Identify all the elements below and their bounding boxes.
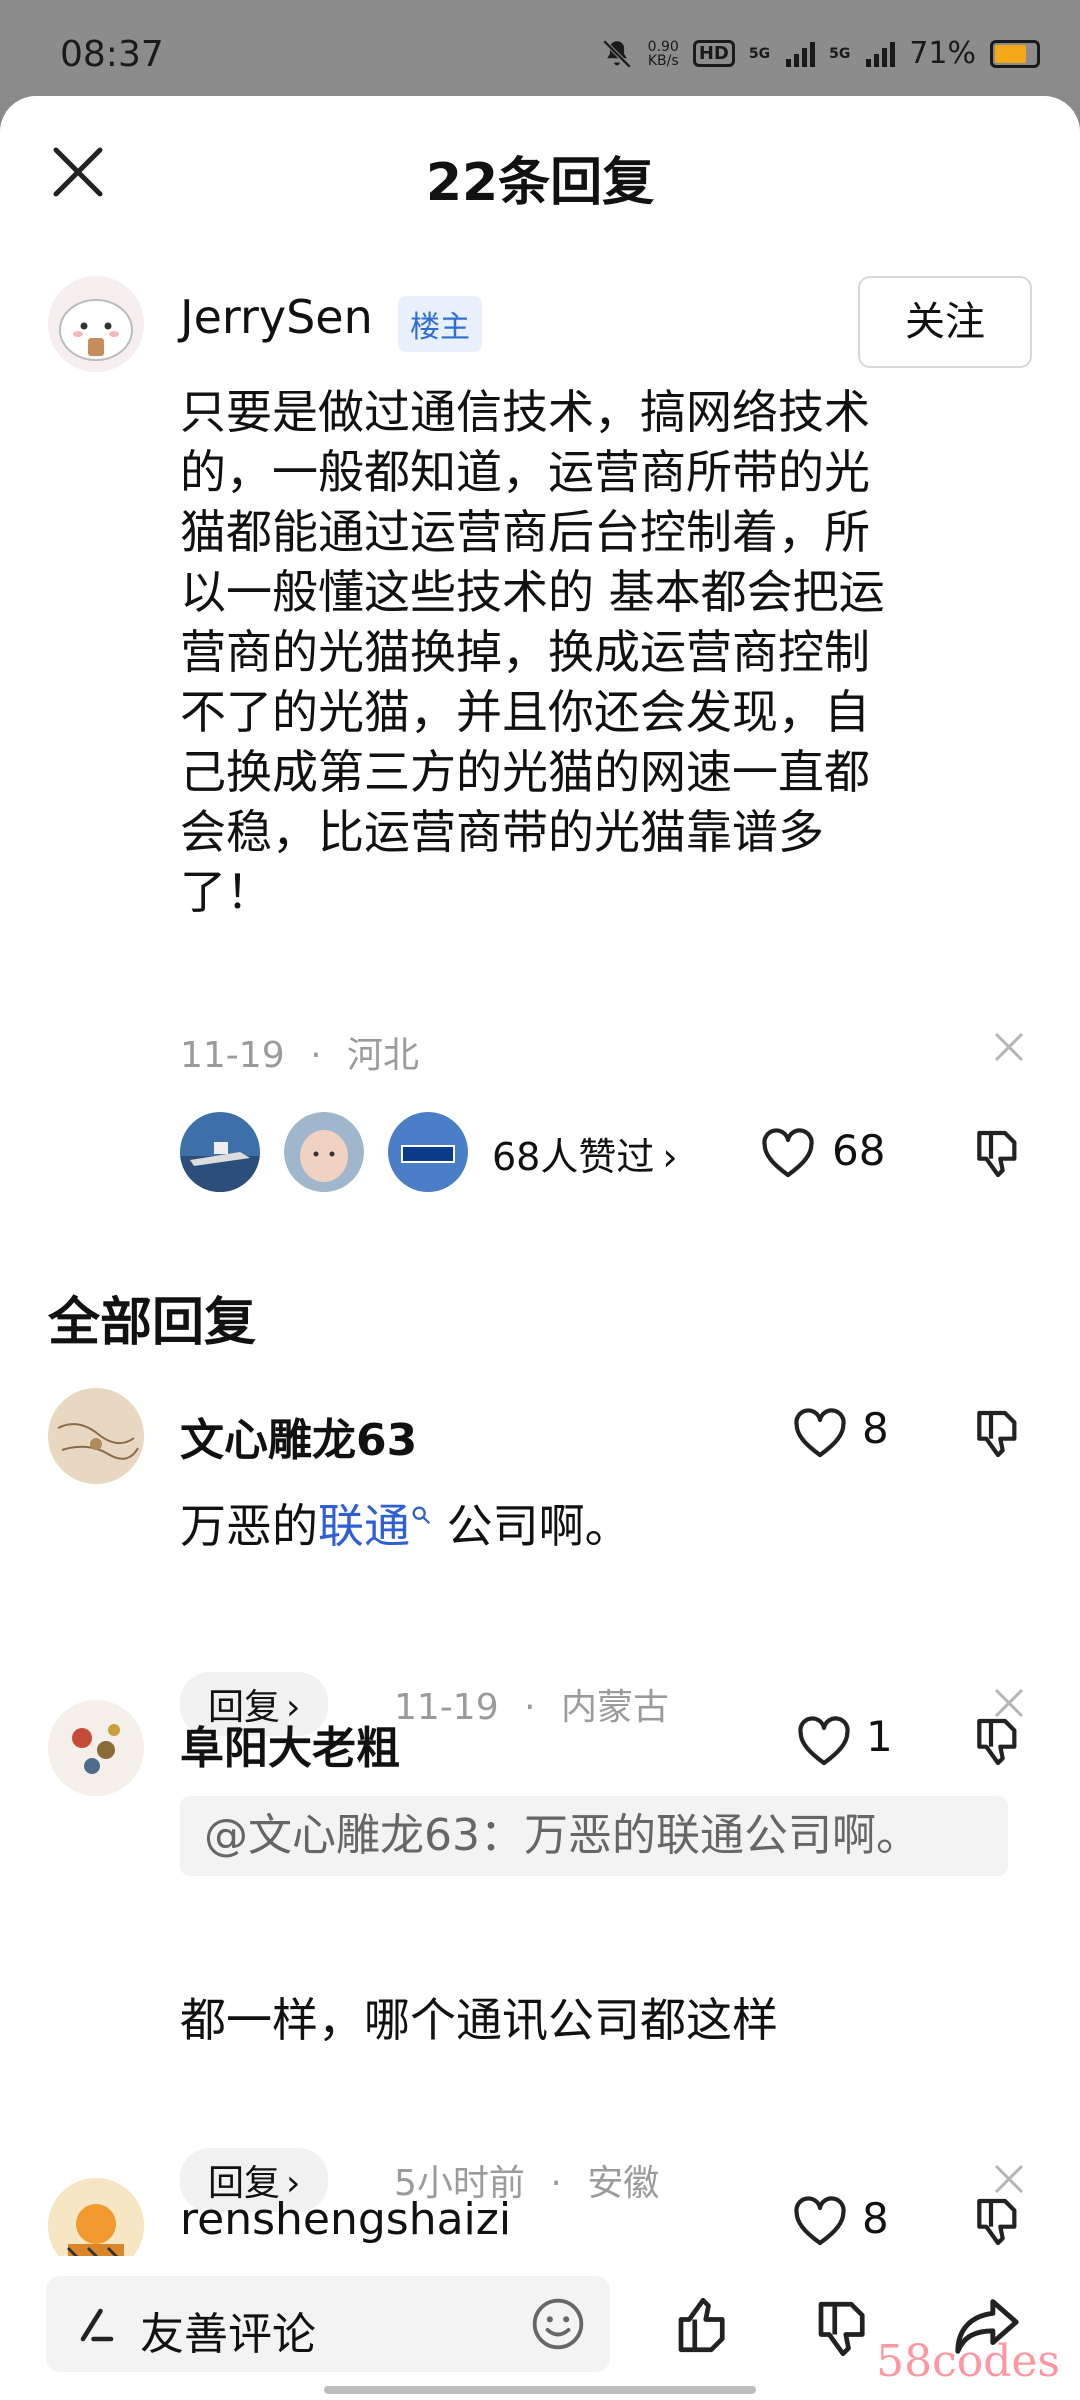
comment-text: 都一样，哪个通讯公司都这样 (180, 1993, 778, 2047)
mute-bell-icon (602, 39, 631, 68)
net-speed: 0.90 KB/s (647, 38, 679, 69)
search-icon (412, 1506, 431, 1524)
commenter-name[interactable]: renshengshaizi (180, 2194, 511, 2245)
liker-avatar[interactable] (388, 1112, 468, 1192)
post-meta: 11-19 · 河北 (180, 1026, 419, 1078)
liker-avatar[interactable] (284, 1112, 364, 1192)
all-replies-title: 全部回复 (48, 1293, 257, 1353)
comment-placeholder: 友善评论 (140, 2309, 316, 2360)
dismiss-icon[interactable] (992, 2162, 1026, 2196)
comment-input[interactable]: 友善评论 (46, 2276, 610, 2372)
heart-icon[interactable] (792, 1408, 848, 1460)
page-title: 22条回复 (425, 153, 655, 213)
signal-icon-2 (866, 41, 896, 67)
pen-icon (80, 2308, 114, 2342)
comment-location: 内蒙古 (560, 1687, 669, 1728)
heart-icon[interactable] (760, 1128, 816, 1180)
like-count: 1 (866, 1712, 893, 1761)
home-indicator[interactable] (324, 2386, 756, 2394)
liker-avatar[interactable] (180, 1112, 260, 1192)
op-badge: 楼主 (398, 296, 482, 352)
commenter-name[interactable]: 阜阳大老粗 (180, 1712, 400, 1776)
network-type: 5G (748, 45, 771, 62)
like-count: 68 (832, 1126, 886, 1175)
post-location: 河北 (346, 1035, 419, 1076)
post-text: 只要是做过通信技术，搞网络技术 的，一般都知道，运营商所带的光 猫都能通过运营商… (180, 385, 885, 919)
network-type-2: 5G (829, 45, 851, 62)
emoji-icon[interactable] (530, 2296, 586, 2352)
commenter-avatar[interactable] (48, 1700, 144, 1796)
topic-link[interactable]: 联通 (318, 1499, 410, 1553)
dismiss-icon[interactable] (992, 1030, 1026, 1064)
heart-icon[interactable] (796, 1716, 852, 1768)
separator: · (310, 1035, 322, 1076)
author-name[interactable]: JerrySen (180, 290, 373, 344)
commenter-name[interactable]: 文心雕龙63 (180, 1404, 417, 1468)
heart-icon[interactable] (792, 2196, 848, 2248)
comment-text: 万恶的联通 公司啊。 (180, 1499, 631, 1553)
quoted-reply: @文心雕龙63：万恶的联通公司啊。 (180, 1796, 1008, 1876)
like-count: 8 (862, 2194, 889, 2243)
status-icons: 0.90 KB/s HD 5G 5G 71% (600, 36, 1040, 71)
author-avatar[interactable] (48, 276, 144, 372)
post-date: 11-19 (180, 1035, 285, 1076)
battery-percent: 71% (909, 36, 976, 71)
commenter-avatar[interactable] (48, 1388, 144, 1484)
comment-meta: 11-19 · 内蒙古 (394, 1687, 669, 1728)
watermark: 58codes (876, 2336, 1060, 2387)
thumbs-down-icon[interactable] (970, 1126, 1026, 1182)
hd-icon: HD (692, 40, 735, 67)
replies-sheet: 22条回复 JerrySen 楼主 关注 只要是做过通信技术，搞网络技术 的，一… (0, 96, 1080, 2400)
like-count: 8 (862, 1404, 889, 1453)
chevron-right-icon: › (662, 1135, 678, 1179)
status-time: 08:37 (60, 34, 164, 75)
battery-icon (990, 39, 1040, 68)
status-bar: 08:37 0.90 KB/s HD 5G 5G 71% (0, 0, 1080, 96)
thumbs-down-icon[interactable] (970, 1714, 1026, 1770)
thumbs-up-icon[interactable] (670, 2292, 736, 2358)
liked-by-link[interactable]: 68人赞过 › (492, 1126, 678, 1181)
thumbs-down-icon[interactable] (970, 1406, 1026, 1462)
comment-date: 11-19 (394, 1687, 499, 1728)
thumbs-down-icon[interactable] (970, 2194, 1026, 2250)
signal-icon (786, 41, 816, 67)
thumbs-down-icon[interactable] (810, 2296, 876, 2362)
comment-location: 安徽 (587, 2163, 660, 2204)
follow-button[interactable]: 关注 (858, 276, 1032, 368)
